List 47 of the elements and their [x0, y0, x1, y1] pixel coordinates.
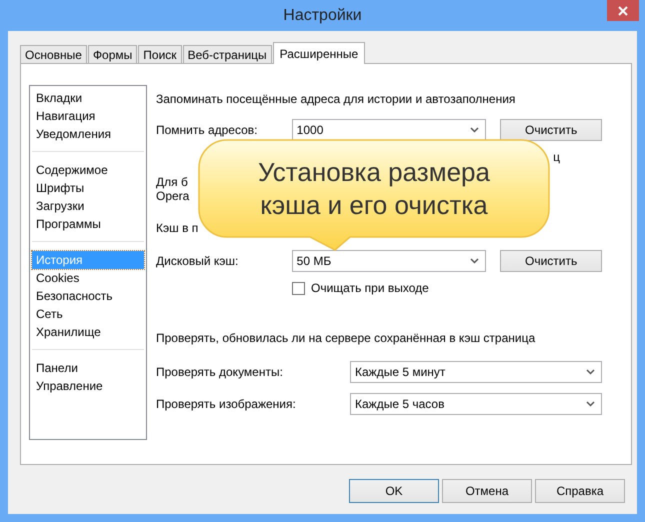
text-fragment: ц [553, 149, 560, 165]
sidebar-item[interactable]: Вкладки [32, 89, 144, 107]
tab[interactable]: Основные [20, 45, 87, 63]
tab[interactable]: Веб-страницы [182, 45, 272, 63]
field-label: Помнить адресов: [156, 123, 259, 137]
field-label: Проверять документы: [156, 365, 284, 379]
sidebar-item[interactable]: Сеть [32, 305, 144, 323]
dropdown[interactable]: 50 МБ [292, 250, 486, 272]
callout-text: Установка размера кэша и его очистка [258, 156, 490, 222]
checkbox[interactable] [292, 282, 305, 294]
section-heading: Запоминать посещённые адреса для истории и автозаполнения [156, 91, 516, 107]
tab[interactable]: Расширенные [272, 42, 366, 64]
section-heading: Проверять, обновилась ли на сервере сохранённая в кэш страница [156, 330, 536, 346]
sidebar-item[interactable]: Хранилище [32, 323, 144, 341]
description-text: Для б [156, 175, 188, 189]
tab[interactable]: Формы [88, 45, 138, 63]
dialog-button[interactable]: OK [349, 479, 439, 503]
chevron-icon [586, 369, 595, 375]
sidebar-item[interactable]: Программы [32, 215, 144, 233]
close-button[interactable] [607, 0, 639, 21]
clear-button[interactable]: Очистить [500, 119, 602, 141]
sidebar-item[interactable]: Загрузки [32, 197, 144, 215]
checkbox-label: Очищать при выходе [311, 281, 429, 295]
sidebar-item[interactable]: Навигация [32, 107, 144, 125]
window-title: Настройки [283, 6, 362, 24]
dialog-button[interactable]: Справка [535, 479, 625, 503]
tab[interactable]: Поиск [138, 45, 182, 63]
sidebar-item[interactable]: Уведомления [32, 125, 144, 143]
chevron-icon [470, 127, 480, 133]
sidebar-item[interactable]: Безопасность [32, 287, 144, 305]
dialog-button[interactable]: Отмена [442, 479, 532, 503]
sidebar-item[interactable]: Управление [32, 377, 144, 395]
clear-button[interactable]: Очистить [500, 250, 602, 272]
close-icon [618, 6, 628, 16]
sidebar-item[interactable]: Содержимое [32, 161, 144, 179]
chevron-icon [470, 258, 480, 264]
sidebar-item[interactable]: Шрифты [32, 179, 144, 197]
sidebar-item[interactable]: Cookies [32, 269, 144, 287]
dropdown[interactable]: Каждые 5 часов [350, 393, 602, 415]
field-label: Проверять изображения: [156, 397, 297, 411]
chevron-icon [586, 401, 595, 407]
section-heading: Кэш в п [156, 220, 200, 236]
description-text: Opera [156, 189, 190, 203]
field-label: Дисковый кэш: [156, 254, 240, 268]
dropdown[interactable]: Каждые 5 минут [350, 361, 602, 383]
sidebar-item[interactable]: Панели [32, 359, 144, 377]
dropdown[interactable]: 1000 [292, 119, 486, 141]
